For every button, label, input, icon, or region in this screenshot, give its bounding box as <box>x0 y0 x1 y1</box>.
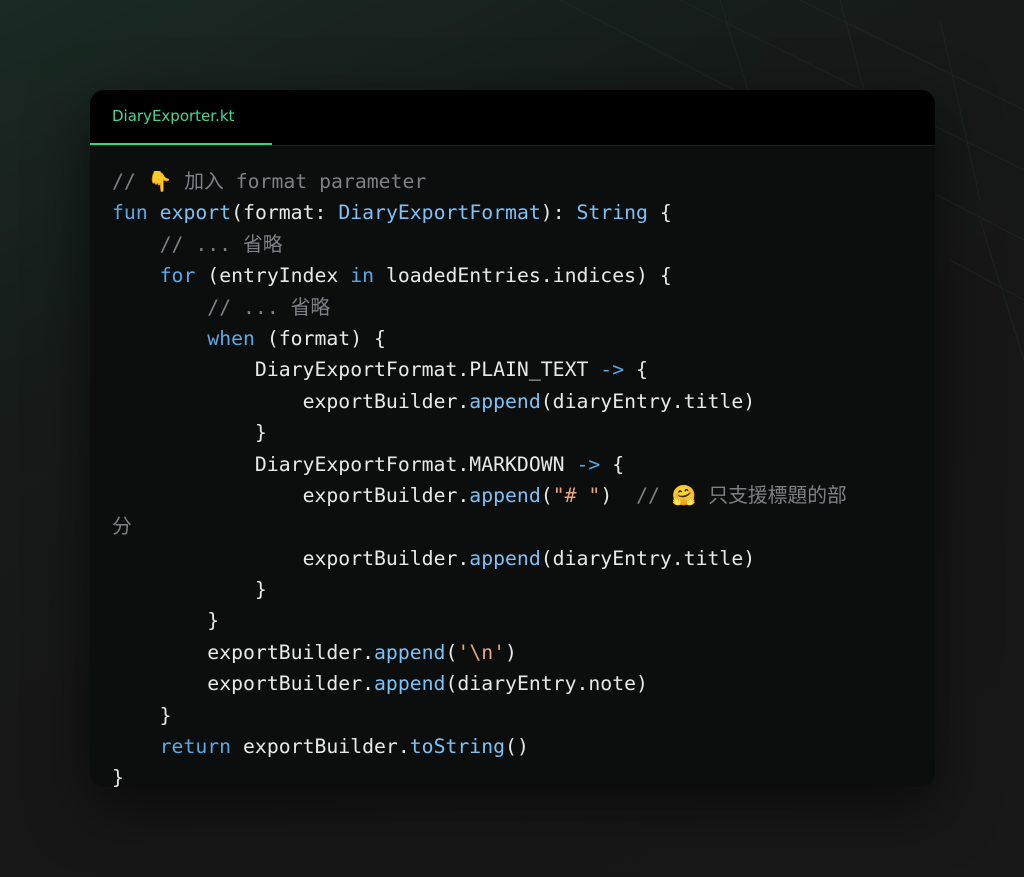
comment: // 🤗 只支援標題的部 <box>636 483 847 507</box>
code-text: exportBuilder. <box>302 389 470 413</box>
code-line-9: } <box>112 417 912 448</box>
function-name: append <box>374 672 446 696</box>
function-name: append <box>469 483 541 507</box>
code-line-15: exportBuilder.append('\n') <box>112 637 912 668</box>
code-line-12: exportBuilder.append(diaryEntry.title) <box>112 543 912 574</box>
code-text: ( <box>445 640 458 664</box>
function-name: append <box>374 640 446 664</box>
keyword: fun <box>112 201 148 225</box>
comment-wrap: 分 <box>112 515 132 539</box>
code-text: { <box>624 358 648 382</box>
code-line-11-wrap: 分 <box>112 511 912 542</box>
tab-diaryexporter[interactable]: DiaryExporter.kt <box>90 90 272 145</box>
code-line-14: } <box>112 605 912 636</box>
code-text: exportBuilder. <box>302 483 470 507</box>
code-text: DiaryExportFormat.PLAIN_TEXT <box>254 358 601 382</box>
code-text: (entryIndex <box>195 264 351 288</box>
function-name: append <box>469 389 541 413</box>
code-text: exportBuilder. <box>302 546 470 570</box>
code-line-6: when (format) { <box>112 323 912 354</box>
keyword: return <box>159 735 232 759</box>
code-text: (diaryEntry.title) <box>540 389 756 413</box>
code-text: (format: <box>231 201 339 225</box>
code-line-3: // ... 省略 <box>112 229 912 260</box>
code-text: ): <box>540 201 577 225</box>
type-name: DiaryExportFormat <box>338 201 541 225</box>
code-text: { <box>647 201 672 225</box>
code-line-1: // 👇 加入 format parameter <box>112 166 912 197</box>
code-line-13: } <box>112 574 912 605</box>
code-text: loadedEntries.indices) { <box>374 264 672 288</box>
code-text: exportBuilder. <box>207 672 375 696</box>
code-text: { <box>600 452 625 476</box>
code-window: DiaryExporter.kt // 👇 加入 format paramete… <box>90 90 935 787</box>
code-line-7: DiaryExportFormat.PLAIN_TEXT -> { <box>112 354 912 385</box>
tab-label: DiaryExporter.kt <box>112 107 235 125</box>
keyword: for <box>159 264 196 288</box>
code-text: ) <box>505 640 517 664</box>
code-text: } <box>159 703 172 727</box>
string-literal: "# " <box>552 483 601 507</box>
comment: // ... 省略 <box>159 232 283 256</box>
operator: -> <box>600 358 625 382</box>
code-text: } <box>254 578 267 602</box>
code-line-8: exportBuilder.append(diaryEntry.title) <box>112 386 912 417</box>
code-line-2: fun export(format: DiaryExportFormat): S… <box>112 197 912 228</box>
code-line-4: for (entryIndex in loadedEntries.indices… <box>112 260 912 291</box>
code-line-17: } <box>112 700 912 731</box>
comment: // ... 省略 <box>207 295 331 319</box>
code-line-10: DiaryExportFormat.MARKDOWN -> { <box>112 449 912 480</box>
function-name: append <box>469 546 541 570</box>
code-text: exportBuilder. <box>207 640 375 664</box>
code-text: exportBuilder. <box>231 735 410 759</box>
code-text: (format) { <box>254 326 386 350</box>
code-text: } <box>207 609 220 633</box>
keyword: in <box>350 264 375 288</box>
code-line-18: return exportBuilder.toString() <box>112 731 912 762</box>
comment: // 👇 加入 format parameter <box>112 170 427 193</box>
code-block[interactable]: // 👇 加入 format parameter fun export(forma… <box>112 166 912 787</box>
code-line-19: } <box>112 762 912 787</box>
code-text: (diaryEntry.title) <box>540 546 756 570</box>
code-line-11: exportBuilder.append("# ") // 🤗 只支援標題的部 <box>112 480 912 511</box>
code-text: ) <box>600 483 637 507</box>
tab-bar: DiaryExporter.kt <box>90 90 935 146</box>
code-text: (diaryEntry.note) <box>445 672 648 696</box>
code-text: () <box>505 735 529 759</box>
function-name: export <box>159 201 232 225</box>
string-literal: '\n' <box>457 640 506 664</box>
code-text: ( <box>540 483 553 507</box>
code-line-5: // ... 省略 <box>112 292 912 323</box>
code-text: } <box>254 421 267 445</box>
code-text: DiaryExportFormat.MARKDOWN <box>254 452 577 476</box>
type-name: String <box>576 201 648 225</box>
operator: -> <box>576 452 601 476</box>
keyword: when <box>207 326 255 350</box>
function-name: toString <box>409 735 506 759</box>
code-text: } <box>112 766 124 787</box>
code-line-16: exportBuilder.append(diaryEntry.note) <box>112 668 912 699</box>
